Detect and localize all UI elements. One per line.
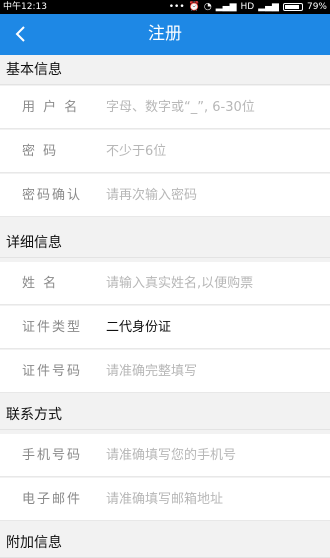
- email-input[interactable]: 请准确填写邮箱地址: [106, 478, 320, 521]
- signal-icon: ▂▄▆: [215, 2, 237, 12]
- phone-label: 手机号码: [22, 448, 83, 463]
- section-extra-title: 附加信息: [0, 528, 330, 558]
- realname-input[interactable]: 请输入真实姓名,以便购票: [106, 262, 320, 305]
- password-confirm-label: 密码确认: [22, 188, 83, 203]
- username-input[interactable]: 字母、数字或“_”, 6-30位: [106, 86, 320, 129]
- id-type-select[interactable]: 二代身份证: [106, 306, 320, 349]
- more-dots-icon: •••: [168, 2, 185, 12]
- id-type-row[interactable]: 证件类型 二代身份证: [0, 306, 330, 349]
- signal-icon-2: ▂▄▆: [258, 2, 279, 12]
- username-row[interactable]: 用 户 名 字母、数字或“_”, 6-30位: [0, 86, 330, 129]
- password-confirm-input[interactable]: 请再次输入密码: [106, 174, 320, 217]
- password-input[interactable]: 不少于6位: [106, 130, 320, 173]
- status-icons: ••• ⏰ ◔ ▂▄▆ HD ▂▄▆ 79%: [169, 0, 327, 14]
- realname-row[interactable]: 姓 名 请输入真实姓名,以便购票: [0, 262, 330, 305]
- section-contact-title: 联系方式: [0, 400, 330, 430]
- username-label: 用 户 名: [22, 100, 80, 115]
- id-type-label: 证件类型: [22, 320, 83, 335]
- phone-input[interactable]: 请准确填写您的手机号: [106, 434, 320, 477]
- wifi-icon: ◔: [203, 2, 212, 12]
- password-confirm-row[interactable]: 密码确认 请再次输入密码: [0, 174, 330, 217]
- status-bar: 中午12:13 ••• ⏰ ◔ ▂▄▆ HD ▂▄▆ 79%: [0, 0, 330, 14]
- id-number-label: 证件号码: [22, 364, 83, 379]
- password-label: 密 码: [22, 144, 59, 159]
- battery-percent: 79%: [306, 2, 327, 12]
- section-basic-title: 基本信息: [0, 55, 330, 85]
- status-time: 中午12:13: [3, 2, 47, 12]
- realname-label: 姓 名: [22, 276, 59, 291]
- section-detail-title: 详细信息: [0, 228, 330, 258]
- phone-row[interactable]: 手机号码 请准确填写您的手机号: [0, 434, 330, 477]
- id-number-row[interactable]: 证件号码 请准确完整填写: [0, 350, 330, 393]
- id-number-input[interactable]: 请准确完整填写: [106, 350, 320, 393]
- email-label: 电子邮件: [22, 492, 83, 507]
- battery-icon: [282, 3, 303, 11]
- page-title: 注册: [148, 24, 182, 44]
- password-row[interactable]: 密 码 不少于6位: [0, 130, 330, 173]
- network-type: HD: [240, 2, 255, 12]
- alarm-icon: ⏰: [188, 2, 200, 12]
- email-row[interactable]: 电子邮件 请准确填写邮箱地址: [0, 478, 330, 521]
- app-header: 注册: [0, 14, 330, 55]
